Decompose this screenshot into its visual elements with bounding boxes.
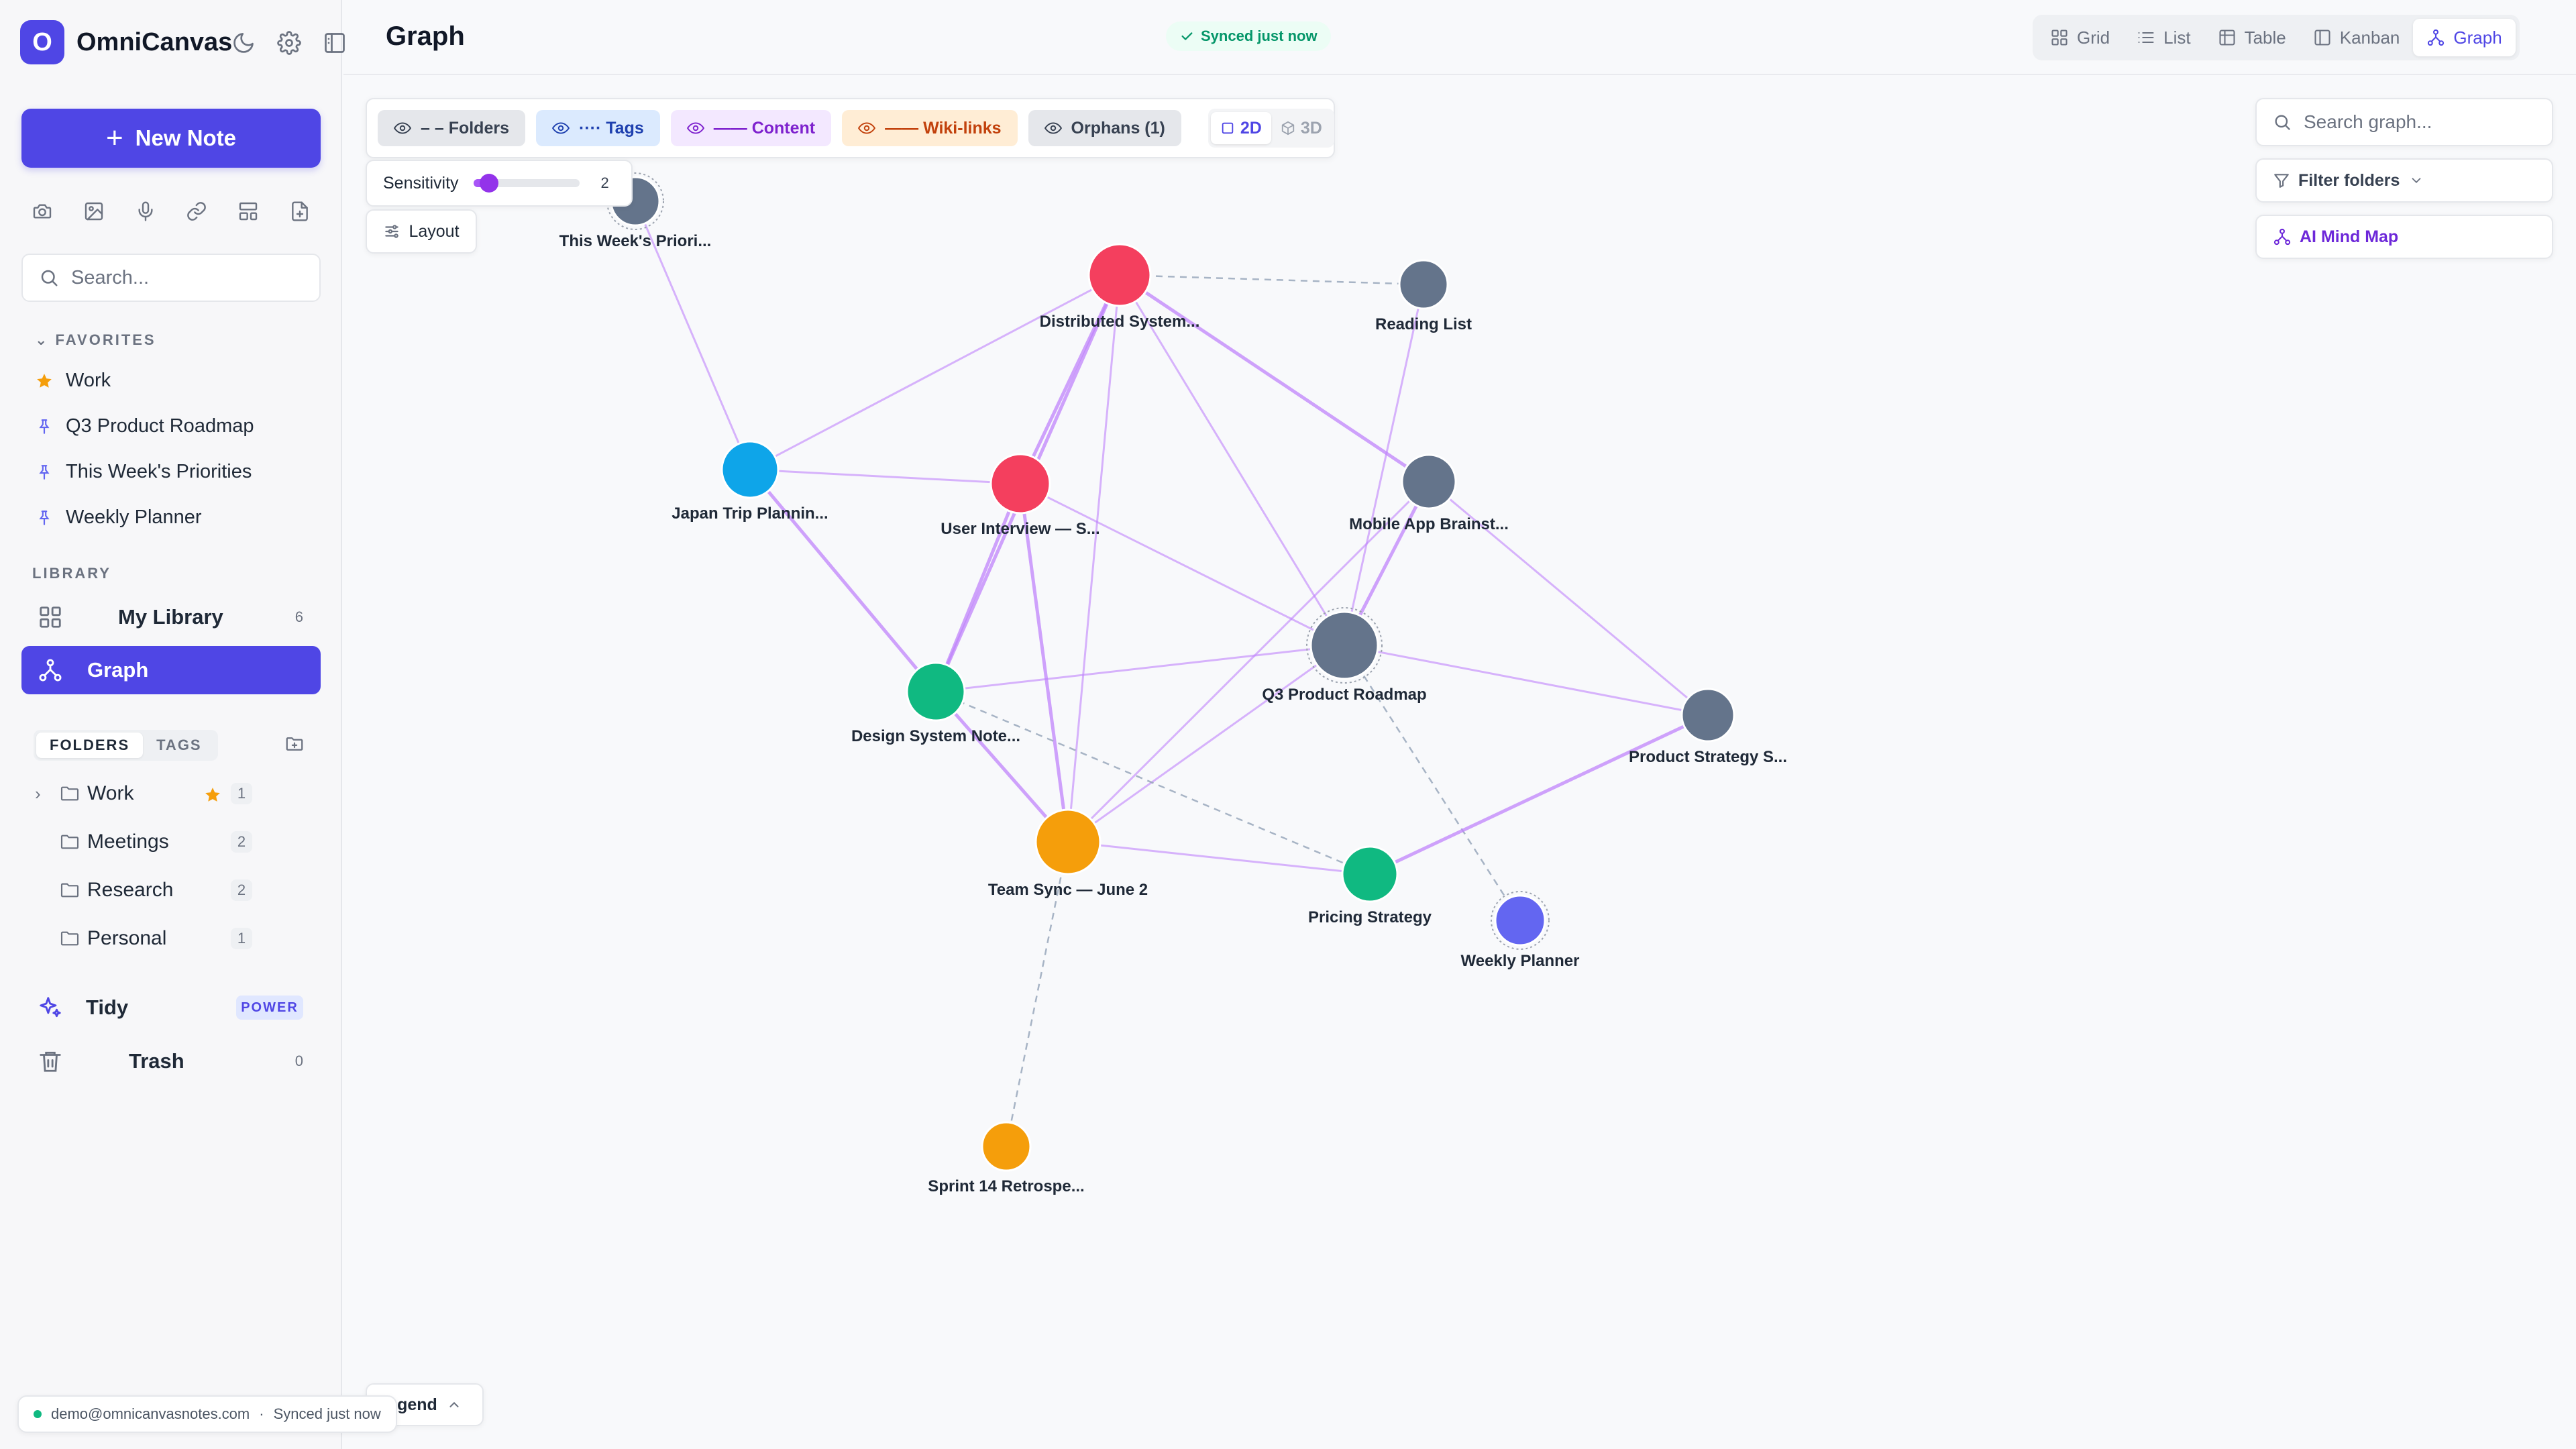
search-icon [2275, 115, 2290, 130]
filter-icon [2274, 174, 2289, 188]
graph-edge [1067, 841, 1371, 875]
graph-edge [749, 468, 1021, 485]
graph-node-q3[interactable] [1309, 610, 1379, 680]
graph-node-japan[interactable] [720, 440, 780, 499]
graph-node-label[interactable]: Q3 Product Roadmap [1262, 686, 1426, 704]
chip-label: —— Wiki-links [885, 118, 1002, 138]
graph-edge [1118, 273, 1430, 484]
chevron-down-icon [2412, 178, 2421, 184]
eye-icon [552, 122, 570, 134]
chevron-up-icon [449, 1401, 459, 1407]
graph-filter-bar: – – Folders ···· Tags —— Content —— Wiki… [366, 98, 1335, 158]
filter-content-chip[interactable]: —— Content [670, 110, 832, 146]
ai-mind-map-button[interactable]: AI Mind Map [2255, 215, 2553, 259]
graph-node-teamsync[interactable] [1034, 808, 1102, 875]
graph-search-input[interactable] [2304, 111, 2545, 133]
filter-folders-dropdown[interactable]: Filter folders [2255, 158, 2553, 203]
filter-orphans-chip[interactable]: Orphans (1) [1028, 110, 1181, 146]
filter-folders-chip[interactable]: – – Folders [378, 110, 525, 146]
graph-search[interactable] [2255, 98, 2553, 146]
graph-node-sprint[interactable] [981, 1121, 1032, 1172]
graph-node-design[interactable] [906, 661, 966, 722]
graph-edge [1344, 644, 1709, 716]
chip-label: Orphans (1) [1071, 118, 1165, 138]
sensitivity-value: 2 [600, 174, 609, 191]
chip-label: —— Content [713, 118, 816, 138]
graph-node-reading[interactable] [1398, 259, 1449, 310]
graph-edge [934, 483, 1022, 692]
chip-label: ···· Tags [579, 118, 644, 138]
status-separator: · [259, 1405, 264, 1422]
account-status-bar: demo@omnicanvasnotes.com · Synced just n… [17, 1395, 397, 1433]
slider-thumb[interactable] [480, 174, 499, 193]
graph-node-label[interactable]: Weekly Planner [1461, 952, 1580, 971]
graph-node-label[interactable]: Mobile App Brainst... [1349, 515, 1509, 534]
graph-edges [634, 201, 1709, 1147]
graph-edge [1368, 713, 1709, 876]
eye-icon [394, 122, 411, 134]
toggle-3d-label: 3D [1300, 118, 1322, 138]
graph-node-label[interactable]: Sprint 14 Retrospe... [928, 1177, 1084, 1196]
toggle-2d-button[interactable]: 2D [1210, 112, 1271, 144]
ai-mind-map-label: AI Mind Map [2300, 227, 2399, 246]
account-email: demo@omnicanvasnotes.com [51, 1405, 250, 1422]
graph-node-label[interactable]: Reading List [1375, 315, 1472, 334]
graph-node-label[interactable]: User Interview — S... [941, 520, 1099, 539]
toggle-3d-button[interactable]: 3D [1271, 112, 1332, 144]
graph-edge [1067, 274, 1121, 843]
cube-icon [1281, 121, 1294, 136]
online-dot [34, 1410, 42, 1418]
sensitivity-slider[interactable] [473, 174, 580, 193]
layout-label: Layout [409, 221, 460, 241]
graph-node-strategy[interactable] [1680, 688, 1735, 743]
graph-node-label[interactable]: Team Sync — June 2 [988, 881, 1148, 900]
graph-node-interview[interactable] [989, 453, 1051, 515]
account-sync-status: Synced just now [273, 1405, 381, 1422]
graph-node-mobile[interactable] [1401, 453, 1457, 510]
filter-wiki-links-chip[interactable]: —— Wiki-links [842, 110, 1018, 146]
layout-button[interactable]: Layout [366, 209, 477, 254]
chip-label: – – Folders [421, 118, 509, 138]
eye-icon [686, 122, 704, 134]
dimension-toggle: 2D 3D [1208, 109, 1334, 148]
toggle-2d-label: 2D [1240, 118, 1262, 138]
mind-map-icon [2273, 228, 2291, 246]
graph-node-label[interactable]: Design System Note... [851, 727, 1020, 746]
sliders-icon [385, 225, 399, 238]
graph-node-label[interactable]: Japan Trip Plannin... [672, 504, 828, 523]
sensitivity-panel: Sensitivity 2 [366, 160, 633, 207]
graph-node-label[interactable]: This Week's Priori... [559, 232, 712, 251]
graph-node-label[interactable]: Product Strategy S... [1629, 748, 1787, 767]
graph-edge [1067, 480, 1430, 843]
graph-edge [749, 468, 937, 693]
square-icon [1222, 122, 1234, 134]
filter-tags-chip[interactable]: ···· Tags [536, 110, 660, 146]
graph-node-distributed[interactable] [1087, 243, 1152, 307]
graph-edge [1119, 274, 1424, 286]
graph-edge [935, 644, 1345, 693]
graph-edge [935, 690, 1371, 875]
graph-edge [749, 274, 1120, 471]
filter-folders-label: Filter folders [2298, 170, 2400, 190]
graph-node-label[interactable]: Pricing Strategy [1308, 908, 1432, 927]
sensitivity-label: Sensitivity [383, 173, 459, 193]
graph-edge [1067, 644, 1345, 843]
graph-node-weekly[interactable] [1494, 894, 1546, 947]
eye-icon [1044, 122, 1062, 134]
eye-icon [858, 122, 876, 134]
graph-node-label[interactable]: Distributed System... [1040, 313, 1200, 331]
graph-node-pricing[interactable] [1341, 845, 1399, 903]
